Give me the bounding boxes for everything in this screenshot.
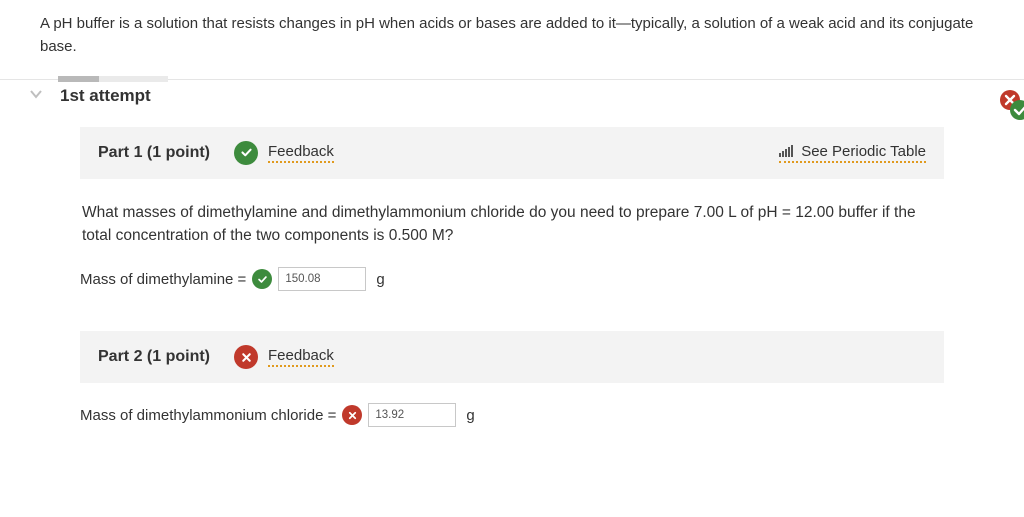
x-icon — [342, 405, 362, 425]
part1-answer-row: Mass of dimethylamine = g — [80, 267, 944, 319]
part2-label: Part 2 (1 point) — [98, 348, 210, 366]
feedback-link[interactable]: Feedback — [268, 347, 334, 367]
part2-answer-label: Mass of dimethylammonium chloride = — [80, 407, 336, 424]
feedback-link[interactable]: Feedback — [268, 143, 334, 163]
part2-answer-row: Mass of dimethylammonium chloride = g — [80, 383, 944, 427]
part1-unit: g — [376, 271, 384, 288]
checkmark-icon — [234, 141, 258, 165]
part1-label: Part 1 (1 point) — [98, 144, 210, 162]
part1-answer-input[interactable] — [278, 267, 366, 291]
attempt-header: 1st attempt — [0, 82, 1024, 127]
part2-answer-input[interactable] — [368, 403, 456, 427]
periodic-table-link[interactable]: See Periodic Table — [779, 143, 926, 163]
part2-header: Part 2 (1 point) Feedback — [80, 331, 944, 383]
periodic-table-icon — [779, 145, 795, 157]
part2-unit: g — [466, 407, 474, 424]
periodic-table-label: See Periodic Table — [801, 143, 926, 160]
x-icon — [234, 345, 258, 369]
attempt-title: 1st attempt — [60, 86, 151, 106]
part1-question: What masses of dimethylamine and dimethy… — [80, 179, 944, 268]
intro-text: A pH buffer is a solution that resists c… — [0, 0, 1024, 79]
attempt-status-badges — [994, 88, 1024, 124]
part1-header: Part 1 (1 point) Feedback See Periodic T… — [80, 127, 944, 179]
chevron-down-icon[interactable] — [20, 86, 52, 107]
checkmark-icon — [252, 269, 272, 289]
part1-answer-label: Mass of dimethylamine = — [80, 271, 246, 288]
